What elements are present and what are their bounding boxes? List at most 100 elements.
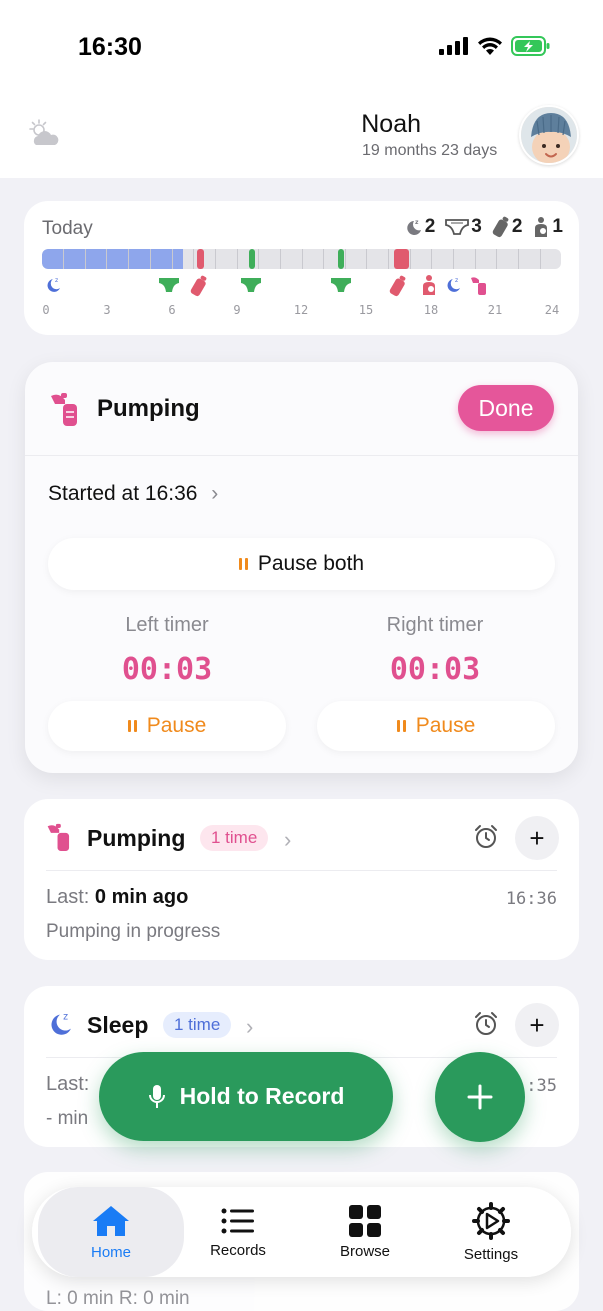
count-badge: 1 time (200, 825, 269, 851)
add-button[interactable]: + (515, 816, 559, 860)
started-at-row[interactable]: Started at 16:36 › (48, 482, 218, 506)
timeline-tick (280, 249, 281, 269)
timeline-tick (302, 249, 303, 269)
weather-icon[interactable] (26, 118, 62, 150)
profile-age: 19 months 23 days (362, 142, 498, 159)
tab-home[interactable]: Home (38, 1187, 184, 1277)
pause-right-button[interactable]: Pause (317, 701, 555, 751)
pause-left-button[interactable]: Pause (48, 701, 286, 751)
hour-label: 18 (423, 303, 439, 317)
hour-label: 12 (293, 303, 309, 317)
last-entry: Last: (46, 1073, 89, 1096)
timeline-tick (453, 249, 454, 269)
home-icon (93, 1205, 129, 1236)
timeline-diaper-mark (249, 249, 255, 269)
pump-icon (471, 277, 486, 295)
diaper-icon (445, 219, 470, 235)
timeline-icons: z z (42, 274, 561, 298)
timeline-bottle-mark (197, 249, 204, 269)
right-timer-label: Right timer (386, 614, 484, 636)
today-timeline-card[interactable]: Today z 2 3 2 1 z z 0 3 6 9 12 15 18 21 … (24, 201, 579, 335)
timeline-tick (388, 249, 389, 269)
active-title: Pumping (97, 395, 200, 422)
bottle-icon (190, 275, 207, 297)
timeline-tick (496, 249, 497, 269)
alarm-icon[interactable] (473, 824, 499, 850)
status-icons (439, 36, 551, 56)
card-note: Pumping in progress (46, 921, 221, 942)
card-title: Pumping (87, 825, 186, 851)
hour-label: 24 (544, 303, 560, 317)
status-time: 16:30 (78, 33, 142, 61)
timeline-tick (215, 249, 216, 269)
last-time: :35 (526, 1076, 557, 1096)
timeline-tick (366, 249, 367, 269)
sleep-icon: z (406, 219, 421, 235)
timeline-tick (63, 249, 64, 269)
pause-right-label: Pause (415, 714, 476, 737)
active-pumping-card: Pumping Done Started at 16:36 › Pause bo… (25, 362, 578, 773)
last-value: 0 min (94, 886, 148, 908)
diaper-count-value: 3 (471, 216, 482, 237)
top-area: 16:30 Noah 19 months 23 days (0, 0, 603, 178)
sleep-count: z 2 (403, 216, 436, 238)
nursing-icon (535, 217, 548, 237)
left-timer-value: 00:03 (121, 652, 213, 687)
pause-icon (127, 720, 137, 732)
active-card-header: Pumping Done (25, 362, 578, 456)
pump-icon (47, 823, 70, 851)
today-counts: z 2 3 2 1 (403, 216, 563, 238)
timeline-tick (172, 249, 173, 269)
signal-icon (439, 37, 468, 55)
last-prefix: Last: (46, 1073, 90, 1095)
sleep-icon: z (51, 1011, 71, 1035)
pump-icon (51, 393, 77, 426)
timeline-bar[interactable] (42, 249, 561, 269)
add-entry-fab[interactable] (435, 1052, 525, 1142)
svg-text:z: z (415, 219, 419, 226)
bottle-icon (389, 275, 406, 297)
last-entry: Last: 0 min ago (46, 886, 188, 909)
tab-records[interactable]: Records (174, 1187, 302, 1277)
done-button[interactable]: Done (458, 385, 554, 431)
pause-icon (396, 720, 406, 732)
timeline-tick (150, 249, 151, 269)
sleep-count-value: 2 (424, 216, 436, 237)
timeline-tick (106, 249, 107, 269)
profile-name[interactable]: Noah (361, 110, 421, 139)
timeline-tick (475, 249, 476, 269)
diaper-icon (331, 278, 351, 292)
add-button[interactable]: + (515, 1003, 559, 1047)
ghost-card-line: L: 0 min R: 0 min (46, 1288, 190, 1309)
tab-settings-label: Settings (463, 1245, 519, 1263)
last-prefix: Last: (46, 886, 90, 908)
timeline-tick (193, 249, 194, 269)
plus-icon (467, 1084, 493, 1110)
right-timer-value: 00:03 (389, 652, 481, 687)
hour-label: 9 (233, 303, 241, 317)
diaper-icon (241, 278, 261, 292)
hour-label: 3 (103, 303, 111, 317)
bottle-count: 2 (492, 216, 522, 238)
tab-records-label: Records (210, 1241, 266, 1259)
divider (46, 870, 557, 871)
hold-to-record-button[interactable]: Hold to Record (99, 1052, 393, 1141)
today-label: Today (42, 218, 93, 239)
tab-home-label: Home (90, 1243, 131, 1261)
timeline-tick (258, 249, 259, 269)
avatar[interactable] (519, 105, 579, 165)
hour-label: 21 (487, 303, 503, 317)
nursing-icon (423, 275, 435, 295)
diaper-count: 3 (445, 216, 482, 238)
sleep-icon: z (447, 277, 460, 292)
started-at-label: Started at 16:36 (48, 482, 198, 505)
nursing-count: 1 (532, 216, 563, 238)
hour-label: 6 (168, 303, 176, 317)
tab-settings[interactable]: Settings (427, 1187, 555, 1277)
grid-icon (349, 1204, 381, 1237)
chevron-right-icon: › (284, 827, 292, 852)
pause-both-button[interactable]: Pause both (48, 538, 555, 590)
pumping-summary-card[interactable]: Pumping 1 time › + Last: 0 min ago 16:36… (24, 799, 579, 960)
alarm-icon[interactable] (473, 1011, 499, 1037)
tab-browse[interactable]: Browse (301, 1187, 429, 1277)
